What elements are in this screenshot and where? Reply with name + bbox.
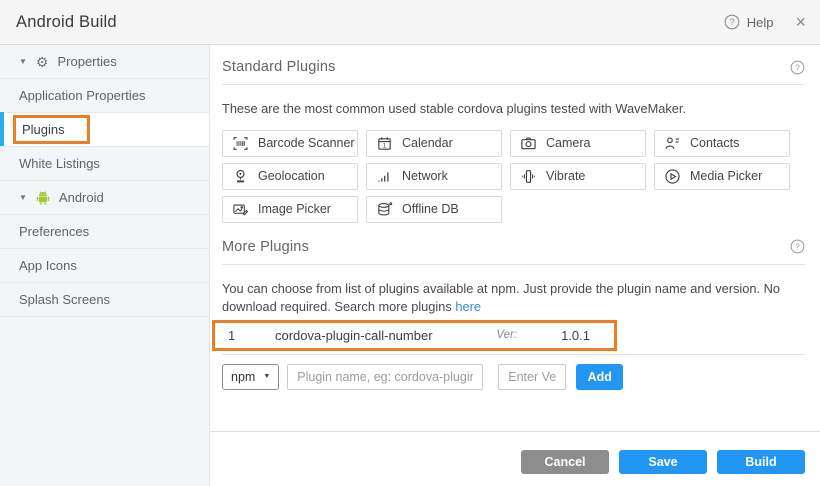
- plugin-name-input[interactable]: [287, 364, 483, 390]
- sidebar-item-app-icons[interactable]: App Icons: [0, 249, 209, 283]
- sidebar: ▼ ⚙ Properties Application Properties Pl…: [0, 45, 210, 486]
- plugin-row-name: cordova-plugin-call-number: [275, 328, 496, 343]
- circled-question-icon: ?: [724, 14, 740, 30]
- chevron-down-icon: ▼: [19, 193, 27, 202]
- sidebar-item-label: Plugins: [22, 122, 65, 137]
- plugin-tile-label: Barcode Scanner: [258, 136, 355, 150]
- plugin-row-version-label: Ver:: [496, 329, 517, 341]
- sidebar-item-white-listings[interactable]: White Listings: [0, 147, 209, 181]
- plugin-row-index: 1: [228, 328, 275, 343]
- geolocation-icon: [232, 168, 249, 185]
- network-icon: [376, 168, 393, 185]
- sidebar-item-label: White Listings: [19, 156, 100, 171]
- plugin-tile-geolocation[interactable]: Geolocation: [222, 163, 358, 190]
- more-plugins-description: You can choose from list of plugins avai…: [222, 280, 805, 317]
- android-build-dialog: Android Build ? Help × ▼ ⚙ Properties Ap…: [0, 0, 820, 486]
- sidebar-item-label: Splash Screens: [19, 292, 110, 307]
- save-button[interactable]: Save: [619, 450, 707, 474]
- plugin-tile-contacts[interactable]: Contacts: [654, 130, 790, 157]
- dialog-body: ▼ ⚙ Properties Application Properties Pl…: [0, 45, 820, 486]
- row-divider: [222, 354, 805, 355]
- sidebar-item-splash-screens[interactable]: Splash Screens: [0, 283, 209, 317]
- plugin-tile-label: Network: [402, 169, 448, 183]
- chevron-down-icon: ▼: [19, 57, 27, 66]
- registry-select-value: npm: [231, 370, 255, 384]
- plugin-tile-label: Offline DB: [402, 202, 459, 216]
- svg-text:?: ?: [729, 17, 734, 27]
- image-picker-icon: [232, 201, 249, 218]
- sidebar-item-application-properties[interactable]: Application Properties: [0, 79, 209, 113]
- sidebar-item-plugins[interactable]: Plugins: [0, 113, 209, 147]
- barcode-scanner-icon: [232, 135, 249, 152]
- plugin-tile-calendar[interactable]: 1 Calendar: [366, 130, 502, 157]
- plugin-tile-network[interactable]: Network: [366, 163, 502, 190]
- dialog-header: Android Build ? Help ×: [0, 0, 820, 45]
- plugin-tile-label: Geolocation: [258, 169, 325, 183]
- plugin-tile-media-picker[interactable]: Media Picker: [654, 163, 790, 190]
- installed-plugin-row[interactable]: 1 cordova-plugin-call-number Ver: 1.0.1: [212, 320, 617, 351]
- plugin-tile-label: Camera: [546, 136, 590, 150]
- help-label: Help: [747, 15, 774, 30]
- calendar-icon: 1: [376, 135, 393, 152]
- plugin-tile-label: Contacts: [690, 136, 739, 150]
- plugin-tile-label: Calendar: [402, 136, 453, 150]
- add-button[interactable]: Add: [576, 364, 623, 390]
- plugin-tile-barcode-scanner[interactable]: Barcode Scanner: [222, 130, 358, 157]
- header-actions: ? Help ×: [724, 13, 806, 31]
- plugin-tile-label: Vibrate: [546, 169, 585, 183]
- svg-text:1: 1: [383, 142, 387, 149]
- sidebar-item-label: Application Properties: [19, 88, 145, 103]
- media-picker-icon: [664, 168, 681, 185]
- offline-db-icon: [376, 201, 393, 218]
- svg-text:?: ?: [795, 62, 800, 72]
- main-content: Standard Plugins ? These are the most co…: [210, 45, 820, 486]
- search-plugins-link[interactable]: here: [455, 299, 481, 314]
- add-plugin-form: npm ▼ Add: [222, 364, 805, 390]
- standard-plugins-description: These are the most common used stable co…: [222, 100, 805, 119]
- close-icon[interactable]: ×: [795, 13, 806, 31]
- help-button[interactable]: ? Help: [724, 14, 774, 30]
- cancel-button[interactable]: Cancel: [521, 450, 609, 474]
- sidebar-item-preferences[interactable]: Preferences: [0, 215, 209, 249]
- circled-question-icon[interactable]: ?: [790, 60, 805, 75]
- plugin-tile-camera[interactable]: Camera: [510, 130, 646, 157]
- section-title: More Plugins: [222, 239, 309, 255]
- sidebar-item-label: App Icons: [19, 258, 77, 273]
- dialog-footer: Cancel Save Build: [210, 431, 820, 486]
- annotation-highlight-box: Plugins: [13, 115, 90, 144]
- svg-text:?: ?: [795, 242, 800, 252]
- build-button[interactable]: Build: [717, 450, 805, 474]
- sidebar-item-properties[interactable]: ▼ ⚙ Properties: [0, 45, 209, 79]
- section-title: Standard Plugins: [222, 59, 336, 75]
- sidebar-item-android[interactable]: ▼: [0, 181, 209, 215]
- plugin-tile-offline-db[interactable]: Offline DB: [366, 196, 502, 223]
- plugin-tile-label: Image Picker: [258, 202, 331, 216]
- standard-plugins-header: Standard Plugins ?: [222, 45, 805, 85]
- registry-select[interactable]: npm ▼: [222, 364, 279, 390]
- chevron-down-icon: ▼: [263, 373, 270, 380]
- standard-plugins-grid: Barcode Scanner 1 Calendar Camera Contac…: [222, 130, 805, 223]
- contacts-icon: [664, 135, 681, 152]
- more-plugins-header: More Plugins ?: [222, 223, 805, 265]
- gear-icon: ⚙: [36, 55, 49, 69]
- vibrate-icon: [520, 168, 537, 185]
- plugin-tile-image-picker[interactable]: Image Picker: [222, 196, 358, 223]
- android-icon: [36, 190, 50, 205]
- plugin-row-version: 1.0.1: [561, 328, 590, 343]
- plugin-version-input[interactable]: [498, 364, 566, 390]
- page-title: Android Build: [16, 13, 117, 32]
- plugin-tile-vibrate[interactable]: Vibrate: [510, 163, 646, 190]
- circled-question-icon[interactable]: ?: [790, 239, 805, 254]
- sidebar-item-label: Android: [59, 190, 104, 205]
- sidebar-item-label: Properties: [57, 54, 116, 69]
- description-text: You can choose from list of plugins avai…: [222, 281, 780, 315]
- camera-icon: [520, 135, 537, 152]
- sidebar-item-label: Preferences: [19, 224, 89, 239]
- plugin-tile-label: Media Picker: [690, 169, 762, 183]
